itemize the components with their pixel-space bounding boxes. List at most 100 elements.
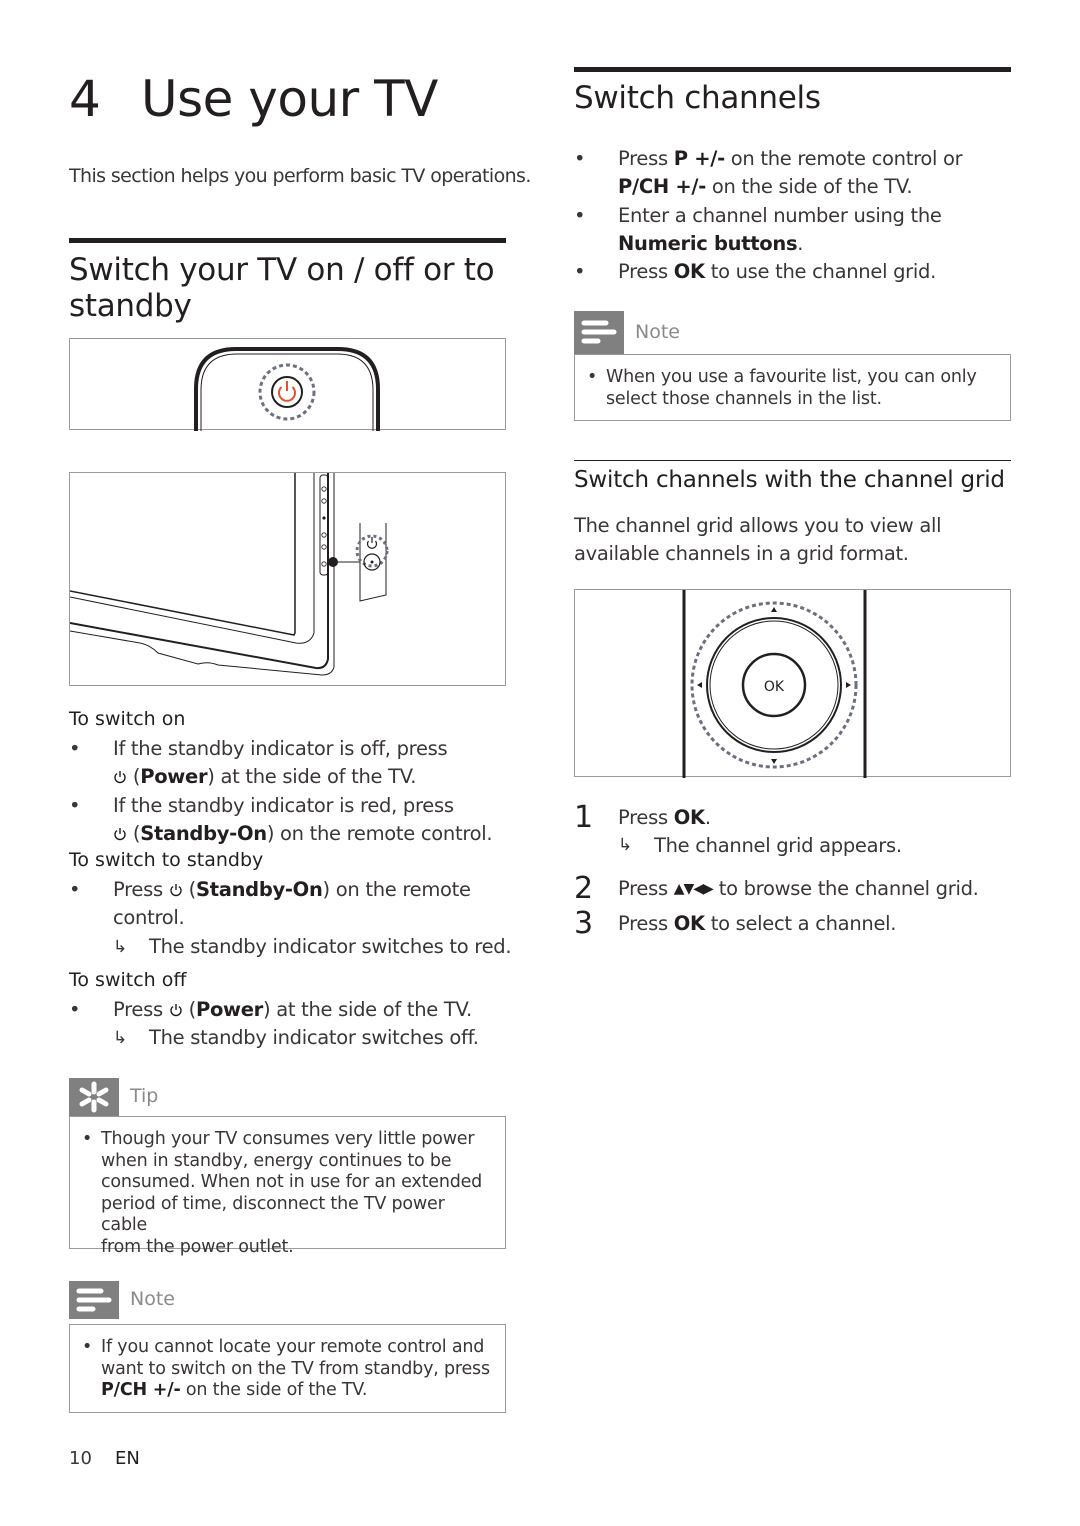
bold-term: Standby-On: [195, 878, 323, 901]
remote-power-figure: [69, 338, 506, 431]
switch-off-title: To switch off: [69, 969, 187, 991]
item-text: on the remote control or: [730, 147, 963, 170]
bold-term: P +/-: [673, 147, 725, 170]
section-rule: [574, 67, 1011, 72]
list-item: • Press P +/- on the remote control or P/…: [574, 145, 1011, 202]
note-text-line: When you use a favourite list, you can o…: [606, 367, 977, 387]
step-text: Press: [618, 806, 668, 829]
arrow-up-icon: [771, 607, 777, 612]
chapter-title: 4 Use your TV: [69, 70, 438, 128]
bullet: •: [69, 878, 81, 901]
tip-asterisk-icon: [69, 1078, 119, 1116]
bold-term: OK: [673, 260, 705, 284]
note-box: • If you cannot locate your remote contr…: [69, 1324, 506, 1413]
list-item: • Enter a channel number using the Numeri…: [574, 202, 1011, 259]
arrow-down-icon: [771, 759, 777, 764]
bold-term: Standby-On: [140, 821, 267, 845]
note-header: Note: [574, 311, 1011, 354]
list-item: • If the standby indicator is red, press …: [69, 793, 493, 845]
tip-text-line: from the power outlet.: [101, 1236, 294, 1257]
step-text: .: [704, 806, 711, 829]
note-text-line: on the side of the TV.: [185, 1380, 368, 1401]
bullet: •: [69, 737, 81, 760]
item-text: on the remote: [335, 878, 471, 901]
power-icon: [366, 537, 378, 549]
bullet: •: [82, 1337, 93, 1357]
chapter-intro: This section helps you perform basic TV …: [69, 165, 531, 187]
item-text: on the side of the TV.: [711, 175, 913, 199]
item-text: control.: [113, 906, 185, 930]
note-header: Note: [69, 1281, 506, 1319]
bold-term: OK: [673, 912, 705, 935]
page-number: 10: [69, 1448, 92, 1469]
grid-intro: The channel grid allows you to view all …: [574, 512, 1011, 569]
power-icon: [170, 1004, 182, 1017]
highlight-ring: [258, 363, 316, 421]
step-number: 2: [574, 871, 593, 906]
tip-text-line: period of time, disconnect the TV power …: [101, 1193, 445, 1236]
item-text: Press: [618, 260, 668, 284]
switch-off-list: • Press (Power) at the side of the TV. ↳ T…: [69, 996, 506, 1053]
tip-label: Tip: [130, 1085, 159, 1107]
item-text: If the standby indicator is red, press: [113, 793, 454, 817]
tip-box: • Though your TV consumes very little po…: [69, 1116, 506, 1257]
channels-list: • Press P +/- on the remote control or P/…: [574, 145, 1011, 286]
list-item: • Press (Standby-On) on the remote contro…: [69, 876, 512, 961]
bullet: •: [574, 203, 586, 227]
step-number: 1: [574, 800, 593, 835]
chapter-title-text: Use your TV: [141, 70, 438, 128]
bold-term: Power: [140, 765, 208, 789]
bullet: •: [69, 998, 81, 1021]
item-text: Press: [113, 998, 163, 1021]
step-text: to select a channel.: [710, 912, 897, 935]
tv-side-illustration: [70, 473, 389, 676]
bullet: •: [574, 147, 586, 170]
bullet: •: [574, 260, 586, 284]
power-icon: [170, 884, 182, 897]
arrow-left-icon: [697, 682, 702, 688]
item-text: If the standby indicator is off, press: [113, 737, 448, 760]
result-arrow-icon: ↳: [618, 835, 632, 855]
tip-text-line: Though your TV consumes very little powe…: [101, 1129, 475, 1149]
arrow-right-icon: [846, 682, 851, 688]
language-code: EN: [115, 1448, 140, 1469]
result-text: The standby indicator switches to red.: [149, 934, 512, 958]
intro-line: available channels in a grid format.: [574, 542, 909, 566]
switch-on-title: To switch on: [69, 708, 186, 730]
step-text: Press: [618, 912, 668, 935]
item-text: at the side of the TV.: [276, 998, 472, 1021]
note-text-line: select those channels in the list.: [606, 388, 882, 409]
tip-text-line: when in standby, energy continues to be: [101, 1150, 452, 1171]
tv-side-power-figure: [69, 472, 506, 686]
power-section-heading: Switch your TV on / off or to standby: [69, 252, 495, 324]
switch-on-list: • If the standby indicator is off, press …: [69, 735, 506, 848]
result-text: The channel grid appears.: [654, 834, 902, 857]
step-text: Press: [618, 877, 668, 900]
bold-term: Power: [195, 998, 263, 1021]
intro-line: The channel grid allows you to view all: [574, 514, 942, 537]
page-footer: 10 EN: [69, 1448, 140, 1469]
navigation-pad-figure: OK: [574, 589, 1011, 778]
result-text: The standby indicator switches off.: [149, 1026, 479, 1050]
switch-standby-list: • Press (Standby-On) on the remote contro…: [69, 876, 512, 961]
ok-button-label: OK: [764, 679, 785, 695]
list-item: • If the standby indicator is off, press …: [69, 737, 448, 789]
grid-section-heading: Switch channels with the channel grid: [574, 467, 1005, 493]
item-text: at the side of the TV.: [220, 765, 417, 789]
item-text: Press: [618, 147, 668, 170]
result-arrow-icon: ↳: [113, 936, 127, 957]
subsection-rule: [574, 460, 1011, 461]
note-label: Note: [130, 1288, 175, 1310]
note-text-line: If you cannot locate your remote control…: [101, 1337, 485, 1357]
step-number: 3: [574, 906, 593, 941]
item-text: to use the channel grid.: [710, 260, 937, 284]
list-item: • Press (Power) at the side of the TV. ↳ T…: [69, 996, 506, 1053]
navigation-arrows-icon: ▲▼◀▶: [673, 881, 714, 897]
section-rule: [69, 238, 506, 243]
bullet: •: [69, 793, 81, 817]
chapter-number: 4: [69, 70, 101, 128]
power-icon: [114, 771, 126, 784]
remote-power-illustration: [194, 347, 380, 431]
item-text: Enter a channel number using the: [618, 203, 942, 227]
step-text: to browse the channel grid.: [718, 877, 979, 900]
